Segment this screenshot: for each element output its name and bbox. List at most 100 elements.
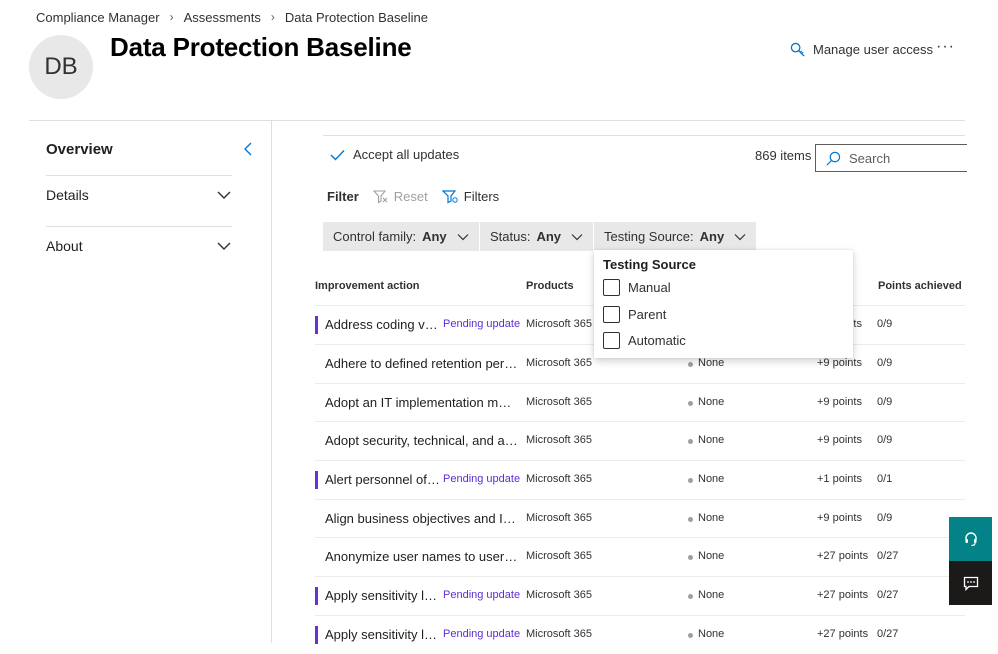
chevron-down-icon (734, 233, 746, 240)
achieved-cell: 0/1 (877, 473, 893, 485)
points-cell: +27 points (817, 589, 869, 601)
points-cell: +9 points (817, 434, 862, 446)
accept-all-updates-button[interactable]: Accept all updates (330, 147, 459, 162)
key-icon (790, 42, 805, 57)
breadcrumb: Compliance Manager › Assessments › Data … (36, 8, 428, 26)
table-row[interactable]: Align business objectives and IT strateg… (315, 499, 965, 538)
action-name[interactable]: Anonymize user names to users in reports (325, 549, 518, 564)
chevron-down-icon (217, 242, 231, 250)
points-cell: +9 points (817, 396, 862, 408)
breadcrumb-compliance-manager[interactable]: Compliance Manager (36, 10, 160, 25)
status-cell: None (698, 396, 725, 408)
nav-overview-label: Overview (46, 140, 113, 158)
chip-value: Any (699, 229, 725, 244)
table-row[interactable]: Alert personnel of incidents Pending upd… (315, 460, 965, 499)
nav-overview[interactable]: Overview (46, 139, 252, 159)
status-dot-icon (688, 594, 693, 599)
pending-marker (315, 471, 318, 489)
testing-source-dropdown: Testing Source Manual Parent Automatic (594, 250, 853, 358)
table-row[interactable]: Adopt an IT implementation methodology M… (315, 383, 965, 422)
collapse-chevron-left-icon[interactable] (242, 141, 254, 157)
status-cell: None (698, 473, 725, 485)
points-cell: +9 points (817, 512, 862, 524)
control-family-filter[interactable]: Control family: Any (323, 222, 479, 251)
clear-filter-icon (372, 189, 388, 203)
nav-about[interactable]: About (46, 236, 232, 256)
achieved-cell: 0/9 (877, 318, 893, 330)
column-header-improvement-action[interactable]: Improvement action (315, 280, 420, 292)
table-row[interactable]: Anonymize user names to users in reports… (315, 537, 965, 576)
search-icon (826, 151, 841, 165)
action-name[interactable]: Adopt security, technical, and administr… (325, 433, 518, 448)
status-dot-icon (688, 555, 693, 560)
chevron-down-icon (217, 191, 231, 199)
status-dot-icon (688, 478, 693, 483)
chat-feedback-icon (963, 576, 978, 591)
checkbox[interactable] (603, 306, 620, 323)
chevron-right-icon: › (270, 10, 275, 24)
page-title: Data Protection Baseline (110, 32, 412, 62)
accept-all-updates-label: Accept all updates (353, 147, 460, 162)
action-name[interactable]: Alert personnel of incidents (325, 472, 443, 487)
option-manual[interactable]: Manual (603, 279, 671, 296)
pending-marker (315, 587, 318, 605)
filters-button[interactable]: Filters (441, 189, 500, 204)
status-filter[interactable]: Status: Any (480, 222, 594, 251)
feedback-button[interactable] (949, 561, 992, 605)
breadcrumb-current: Data Protection Baseline (284, 9, 428, 25)
status-dot-icon (688, 633, 693, 638)
table-row[interactable]: Apply sensitivity labels Pending update … (315, 576, 965, 615)
column-header-points-achieved[interactable]: Points achieved (878, 280, 962, 292)
chevron-down-icon (457, 233, 469, 240)
action-name[interactable]: Apply sensitivity labels (325, 588, 443, 603)
reset-label: Reset (393, 189, 428, 204)
table-row[interactable]: Apply sensitivity labels to Pending upda… (315, 615, 965, 654)
checkbox[interactable] (603, 332, 620, 349)
table-row[interactable]: Adopt security, technical, and administr… (315, 421, 965, 460)
filters-label: Filters (463, 189, 500, 204)
action-name[interactable]: Align business objectives and IT strateg… (325, 511, 518, 526)
chip-label: Status: (490, 229, 531, 244)
more-options-button[interactable]: ··· (936, 38, 955, 56)
action-name[interactable]: Adopt an IT implementation methodology (325, 395, 518, 410)
chevron-right-icon: › (169, 10, 174, 24)
testing-source-filter[interactable]: Testing Source: Any (594, 222, 757, 251)
manage-user-access-button[interactable]: Manage user access (790, 42, 933, 57)
pending-update-badge: Pending update (443, 589, 521, 601)
option-label: Automatic (628, 333, 686, 348)
pending-marker (315, 626, 318, 644)
chip-label: Testing Source: (604, 229, 694, 244)
filter-bar: Filter Reset Filters (327, 189, 499, 204)
option-label: Manual (628, 280, 671, 295)
nav-details[interactable]: Details (46, 185, 232, 205)
checkbox[interactable] (603, 279, 620, 296)
achieved-cell: 0/27 (877, 628, 899, 640)
chip-label: Control family: (333, 229, 417, 244)
search-input[interactable]: Search (815, 144, 967, 172)
action-name[interactable]: Adhere to defined retention periods (325, 356, 518, 371)
option-parent[interactable]: Parent (603, 306, 666, 323)
action-name[interactable]: Address coding vulnerabilities (325, 317, 443, 332)
option-label: Parent (628, 307, 667, 322)
product-cell: Microsoft 365 (526, 434, 593, 446)
status-cell: None (698, 357, 725, 369)
divider (323, 135, 965, 136)
column-header-products[interactable]: Products (526, 280, 574, 292)
status-dot-icon (688, 439, 693, 444)
reset-button[interactable]: Reset (372, 189, 428, 204)
points-cell: +27 points (817, 628, 869, 640)
divider (29, 120, 965, 121)
product-cell: Microsoft 365 (526, 396, 593, 408)
nav-about-label: About (46, 238, 83, 254)
action-name[interactable]: Apply sensitivity labels to (325, 627, 443, 642)
achieved-cell: 0/27 (877, 550, 899, 562)
chip-value: Any (536, 229, 562, 244)
option-automatic[interactable]: Automatic (603, 332, 686, 349)
product-cell: Microsoft 365 (526, 512, 593, 524)
status-cell: None (698, 434, 725, 446)
breadcrumb-assessments[interactable]: Assessments (184, 10, 261, 25)
achieved-cell: 0/9 (877, 434, 893, 446)
product-cell: Microsoft 365 (526, 550, 593, 562)
help-button[interactable] (949, 517, 992, 561)
achieved-cell: 0/9 (877, 396, 893, 408)
